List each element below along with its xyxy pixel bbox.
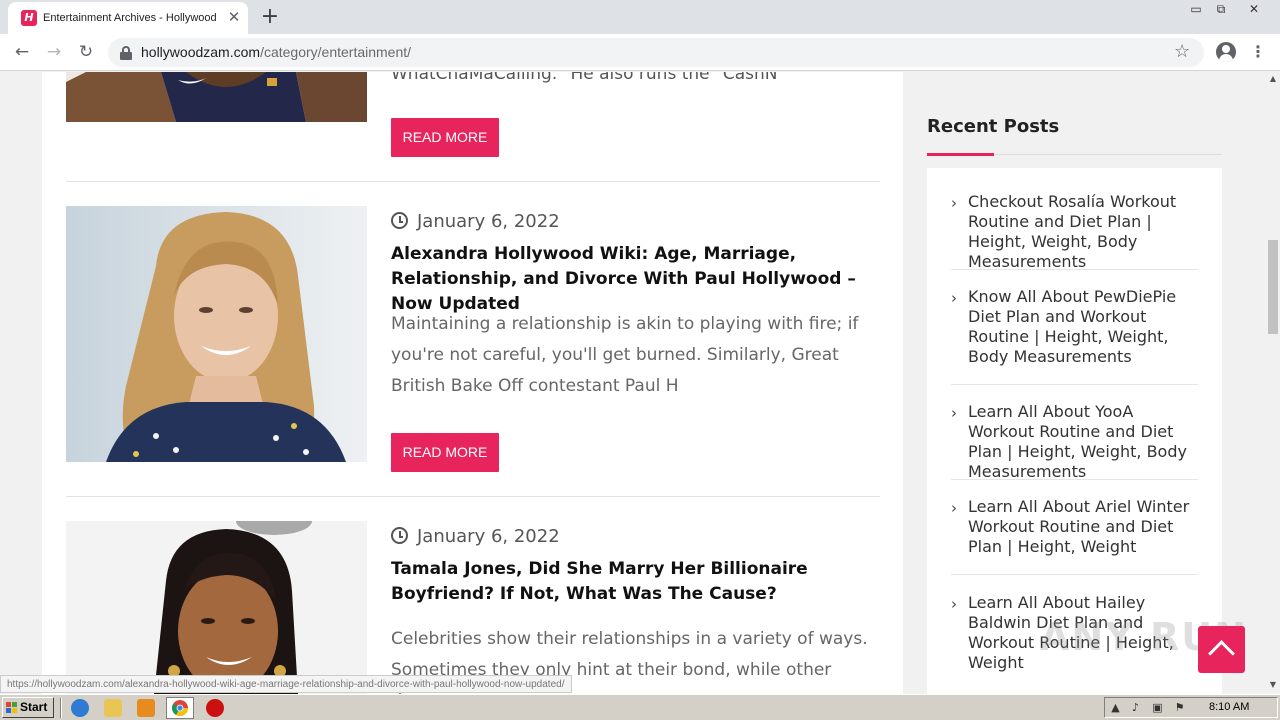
url-host: hollywoodzam.com — [141, 44, 261, 60]
chevron-right-icon: › — [951, 404, 957, 422]
volume-icon[interactable]: ♪ — [1129, 701, 1142, 714]
read-more-button[interactable]: READ MORE — [391, 118, 499, 157]
list-divider — [951, 479, 1198, 480]
sidebar: Recent Posts › Checkout Rosalía Workout … — [903, 72, 1266, 694]
page-viewport: WhatChaMaCalling." He also runs the "Cas… — [0, 72, 1266, 694]
windows-logo-icon — [6, 702, 18, 714]
internet-explorer-icon[interactable] — [71, 699, 89, 717]
recent-post-link[interactable]: Learn All About YooA Workout Routine and… — [968, 402, 1200, 482]
post-card: January 6, 2022 Tamala Jones, Did She Ma… — [42, 497, 903, 694]
scroll-to-top-button[interactable] — [1198, 626, 1245, 673]
page-scrollbar[interactable]: ▲ ▼ — [1266, 72, 1280, 694]
url-path: /category/entertainment/ — [260, 44, 412, 60]
address-bar[interactable]: hollywoodzam.com/category/entertainment/… — [108, 38, 1204, 67]
post-date: January 6, 2022 — [391, 525, 560, 549]
start-label: Start — [20, 700, 48, 714]
browser-tab-strip: H Entertainment Archives - Hollywood ✕ +… — [0, 0, 1280, 34]
read-more-button[interactable]: READ MORE — [391, 433, 499, 472]
post-card: January 6, 2022 Alexandra Hollywood Wiki… — [42, 182, 903, 497]
post-date-text: January 6, 2022 — [417, 211, 560, 232]
tab-title: Entertainment Archives - Hollywood — [43, 12, 217, 24]
list-divider — [951, 574, 1198, 575]
status-bar-url: https://hollywoodzam.com/alexandra-holly… — [0, 675, 572, 693]
recent-post-link[interactable]: Checkout Rosalía Workout Routine and Die… — [968, 192, 1200, 272]
clock-icon — [391, 527, 408, 544]
scroll-down-icon[interactable]: ▼ — [1266, 678, 1280, 692]
taskbar-separator — [60, 698, 62, 718]
tray-expand-icon[interactable]: ▲ — [1109, 701, 1122, 714]
minimize-window-icon[interactable]: ▭ — [1184, 0, 1208, 18]
tab-close-icon[interactable]: ✕ — [226, 8, 242, 26]
forward-button[interactable]: → — [41, 40, 67, 64]
post-card: WhatChaMaCalling." He also runs the "Cas… — [42, 72, 903, 182]
media-player-icon[interactable] — [137, 699, 155, 717]
browser-menu-icon[interactable]: ⋮ — [1250, 40, 1266, 64]
chevron-right-icon: › — [951, 289, 957, 307]
lock-icon[interactable] — [120, 46, 132, 60]
browser-toolbar: ← → ↻ hollywoodzam.com/category/entertai… — [0, 34, 1280, 71]
recent-post-link[interactable]: Know All About PewDiePie Diet Plan and W… — [968, 287, 1200, 367]
post-thumbnail[interactable] — [66, 72, 367, 122]
post-thumbnail[interactable] — [66, 206, 367, 462]
network-icon[interactable]: ▣ — [1151, 701, 1164, 714]
list-divider — [951, 269, 1198, 270]
url-text[interactable]: hollywoodzam.com/category/entertainment/ — [141, 44, 411, 61]
post-thumbnail[interactable] — [66, 521, 367, 694]
posts-column: WhatChaMaCalling." He also runs the "Cas… — [42, 72, 903, 694]
list-divider — [951, 384, 1198, 385]
file-explorer-icon[interactable] — [104, 699, 122, 717]
site-favicon-icon: H — [21, 10, 37, 26]
heading-accent-bar — [927, 153, 994, 156]
post-title-link[interactable]: Tamala Jones, Did She Marry Her Billiona… — [391, 557, 881, 607]
chevron-right-icon: › — [951, 595, 957, 613]
post-title-link[interactable]: Alexandra Hollywood Wiki: Age, Marriage,… — [391, 242, 881, 317]
windows-taskbar: Start ▲ ♪ ▣ ⚑ 8:10 AM — [0, 694, 1280, 720]
clock-icon — [391, 212, 408, 229]
security-shield-icon[interactable] — [206, 699, 224, 717]
chevron-right-icon: › — [951, 194, 957, 212]
post-date: January 6, 2022 — [391, 210, 560, 234]
start-button[interactable]: Start — [2, 697, 54, 718]
scrollbar-thumb[interactable] — [1268, 240, 1278, 334]
recent-post-link[interactable]: Learn All About Ariel Winter Workout Rou… — [968, 497, 1200, 557]
taskbar-clock: 8:10 AM — [1209, 701, 1250, 713]
system-tray: ▲ ♪ ▣ ⚑ 8:10 AM — [1104, 697, 1278, 718]
browser-tab[interactable]: H Entertainment Archives - Hollywood ✕ — [8, 2, 248, 34]
flag-icon[interactable]: ⚑ — [1173, 701, 1186, 714]
profile-avatar-icon[interactable] — [1216, 42, 1236, 62]
chevron-right-icon: › — [951, 499, 957, 517]
post-date-text: January 6, 2022 — [417, 526, 560, 547]
restore-window-icon[interactable]: ⧉ — [1209, 0, 1233, 18]
chrome-taskbar-button[interactable] — [166, 697, 194, 719]
bookmark-star-icon[interactable]: ☆ — [1174, 41, 1190, 63]
new-tab-button[interactable]: + — [257, 4, 283, 30]
post-excerpt: WhatChaMaCalling." He also runs the "Cas… — [391, 72, 778, 84]
close-window-icon[interactable]: ✕ — [1242, 0, 1266, 18]
reload-button[interactable]: ↻ — [73, 40, 99, 64]
post-excerpt: Maintaining a relationship is akin to pl… — [391, 314, 859, 396]
back-button[interactable]: ← — [9, 40, 35, 64]
scroll-up-icon[interactable]: ▲ — [1266, 72, 1280, 86]
recent-posts-heading: Recent Posts — [927, 116, 1060, 137]
